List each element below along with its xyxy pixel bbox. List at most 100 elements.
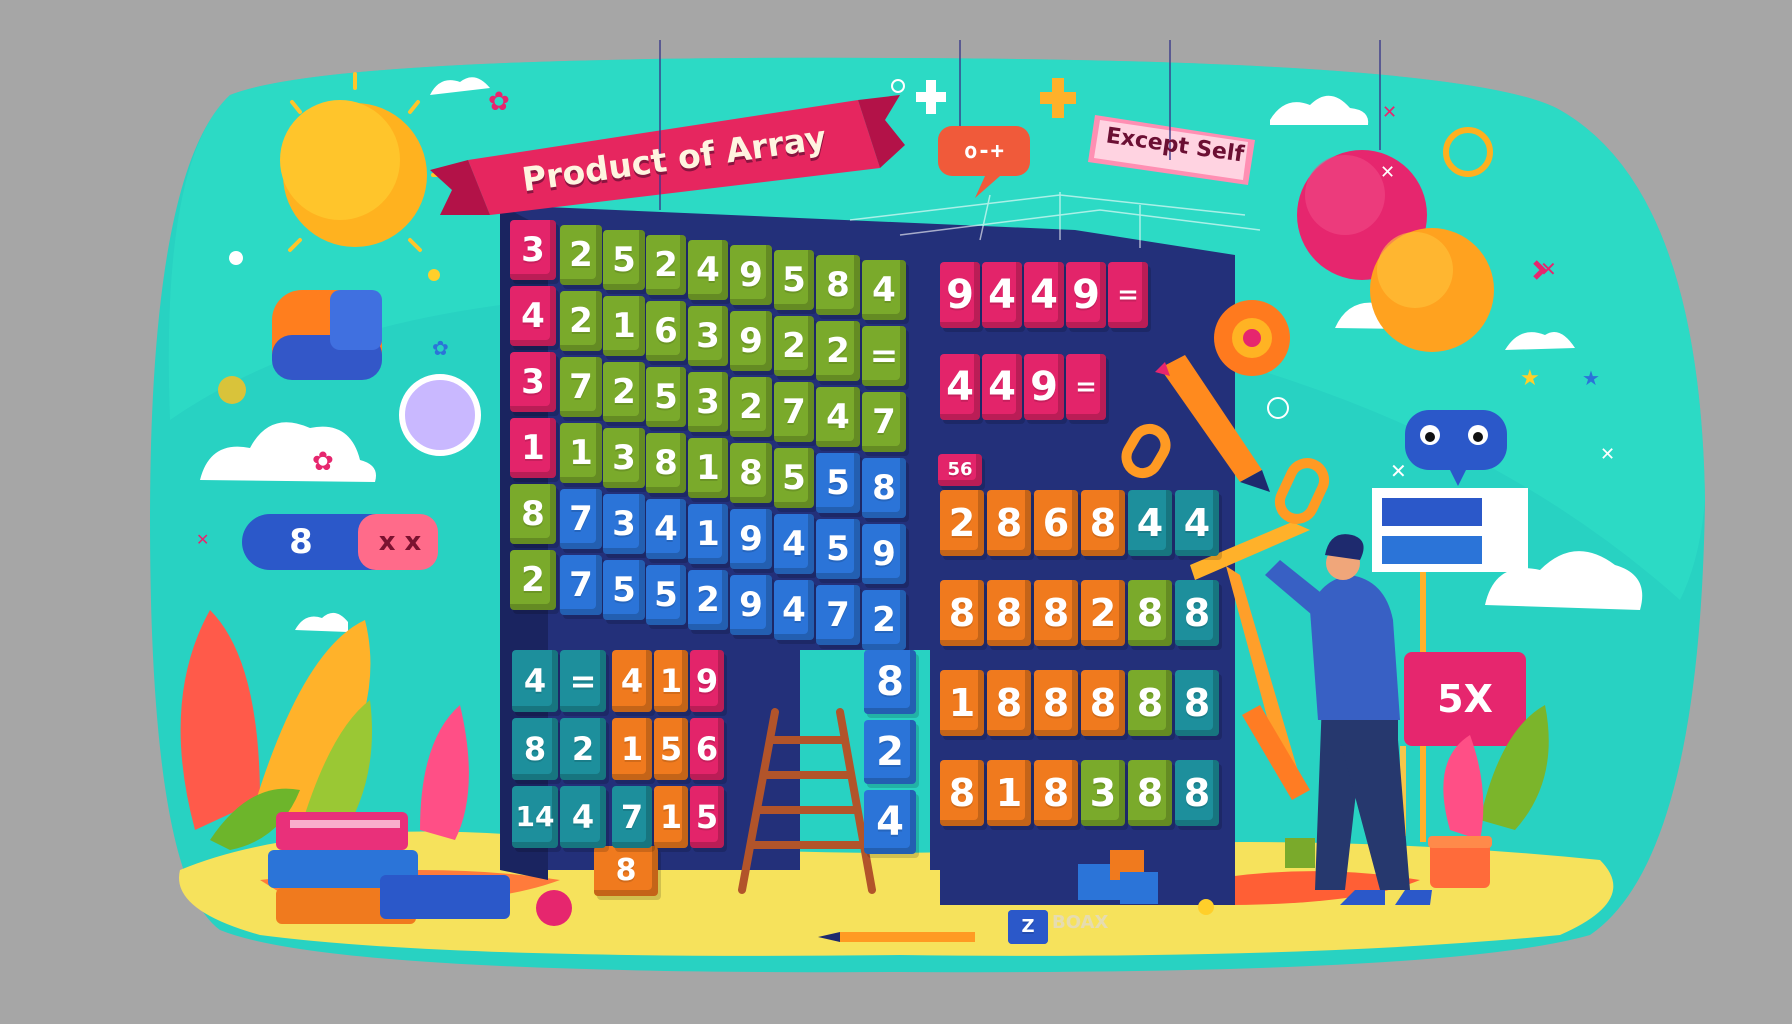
left-grid-cell: 1 [510, 418, 556, 478]
right-grid-cell: 8 [987, 670, 1031, 736]
left-grid-cell: 7 [560, 555, 602, 615]
left-grid-cell: 2 [510, 550, 556, 610]
left-lower-cell: 4 [512, 650, 558, 712]
left-lower-cell: 5 [654, 718, 688, 780]
left-grid-cell: 5 [603, 560, 645, 620]
left-grid-cell: 5 [603, 230, 645, 290]
left-lower-cell: 1 [654, 650, 688, 712]
right-grid-cell: 2 [1081, 580, 1125, 646]
left-grid-cell: 4 [816, 387, 860, 447]
pill-badge-text: 8 x x [242, 514, 438, 570]
left-grid-cell: 3 [688, 306, 728, 366]
left-grid-cell: 1 [603, 296, 645, 356]
svg-text:★: ★ [1582, 366, 1600, 390]
svg-text:✕: ✕ [1382, 102, 1397, 123]
left-grid-cell: 4 [774, 514, 814, 574]
svg-text:✕: ✕ [1380, 162, 1395, 183]
tall-column-cell: 2 [864, 720, 916, 784]
left-grid-cell: 1 [688, 504, 728, 564]
tall-column-cell: 4 [864, 790, 916, 854]
right-grid-cell: 2 [940, 490, 984, 556]
right-grid-cell: 4 [1128, 490, 1172, 556]
left-grid-cell: 7 [560, 489, 602, 549]
right-top-cell: = [1108, 262, 1148, 328]
left-grid-cell: 1 [688, 438, 728, 498]
right-grid-cell: 8 [1034, 580, 1078, 646]
speech-bubble-text: o-+ [964, 138, 1004, 164]
left-grid-cell: 2 [560, 225, 602, 285]
left-grid-cell: 2 [646, 235, 686, 295]
except-self-text: Except Self [1104, 122, 1246, 168]
left-lower-cell: 2 [560, 718, 606, 780]
left-grid-cell: 3 [603, 428, 645, 488]
title-banner: Product of Array [468, 112, 880, 204]
right-grid-cell: 4 [1175, 490, 1219, 556]
ground-cube: Z [1008, 910, 1048, 944]
left-grid-cell: 5 [774, 448, 814, 508]
except-self-label: Except Self [1090, 112, 1260, 178]
flower-gear-icon [1214, 300, 1290, 376]
left-grid-cell: 9 [730, 311, 772, 371]
right-grid-cell: 8 [1128, 670, 1172, 736]
right-grid-cell: 1 [940, 670, 984, 736]
right-grid-cell: 8 [1175, 580, 1219, 646]
left-lower-cell: 14 [512, 786, 558, 848]
right-grid-cell: 8 [987, 580, 1031, 646]
left-grid-cell: 2 [816, 321, 860, 381]
left-grid-cell: 2 [774, 316, 814, 376]
right-grid-cell: 3 [1081, 760, 1125, 826]
svg-text:✿: ✿ [432, 336, 449, 360]
left-lower-cell: 1 [612, 718, 652, 780]
right-grid-cell: 6 [1034, 490, 1078, 556]
right-grid-cell: 8 [940, 580, 984, 646]
right-grid-small-tag: 56 [938, 454, 982, 486]
left-grid-cell: 8 [730, 443, 772, 503]
right-top-cell: 9 [1066, 262, 1106, 328]
floor-block: 8 [594, 846, 658, 896]
left-grid-cell: 2 [560, 291, 602, 351]
left-grid-cell: 7 [816, 585, 860, 645]
left-grid-cell: 9 [730, 509, 772, 569]
left-lower-cell: 5 [690, 786, 724, 848]
left-lower-cell: 1 [654, 786, 688, 848]
right-top-cell: 4 [1024, 262, 1064, 328]
right-top-cell: 4 [940, 354, 980, 420]
tall-column-cell: 8 [864, 650, 916, 714]
left-grid-cell: 5 [646, 565, 686, 625]
left-grid-cell: 7 [560, 357, 602, 417]
left-lower-cell: 9 [690, 650, 724, 712]
left-lower-cell: 4 [560, 786, 606, 848]
right-top-cell: 4 [982, 262, 1022, 328]
left-lower-cell: = [560, 650, 606, 712]
left-grid-cell: 9 [730, 245, 772, 305]
left-grid-cell: 8 [646, 433, 686, 493]
right-top-cell: 9 [940, 262, 980, 328]
right-grid-cell: 8 [1128, 760, 1172, 826]
left-grid-cell: 4 [510, 286, 556, 346]
right-grid-cell: 8 [1081, 670, 1125, 736]
right-grid-cell: 1 [987, 760, 1031, 826]
left-grid-cell: 3 [688, 372, 728, 432]
magnifier-lens [399, 374, 481, 456]
right-top-cell: 4 [982, 354, 1022, 420]
svg-text:✕: ✕ [1390, 459, 1407, 483]
svg-text:★: ★ [1520, 366, 1540, 391]
right-top-cell: = [1066, 354, 1106, 420]
pencil-icon [818, 932, 975, 942]
right-grid-cell: 8 [987, 490, 1031, 556]
left-grid-cell: 7 [774, 382, 814, 442]
svg-text:✿: ✿ [312, 447, 334, 477]
left-grid-cell: 2 [862, 590, 906, 650]
left-grid-cell: 8 [510, 484, 556, 544]
left-lower-cell: 6 [690, 718, 724, 780]
orange-ball [1370, 228, 1494, 352]
left-grid-cell: 5 [646, 367, 686, 427]
left-grid-cell: 8 [862, 458, 906, 518]
left-grid-cell: 3 [510, 352, 556, 412]
svg-text:✕: ✕ [196, 530, 209, 549]
svg-text:✕: ✕ [1600, 444, 1615, 465]
right-grid-cell: 8 [1128, 580, 1172, 646]
right-grid-cell: 8 [940, 760, 984, 826]
left-grid-cell: 1 [560, 423, 602, 483]
left-grid-cell: 9 [730, 575, 772, 635]
